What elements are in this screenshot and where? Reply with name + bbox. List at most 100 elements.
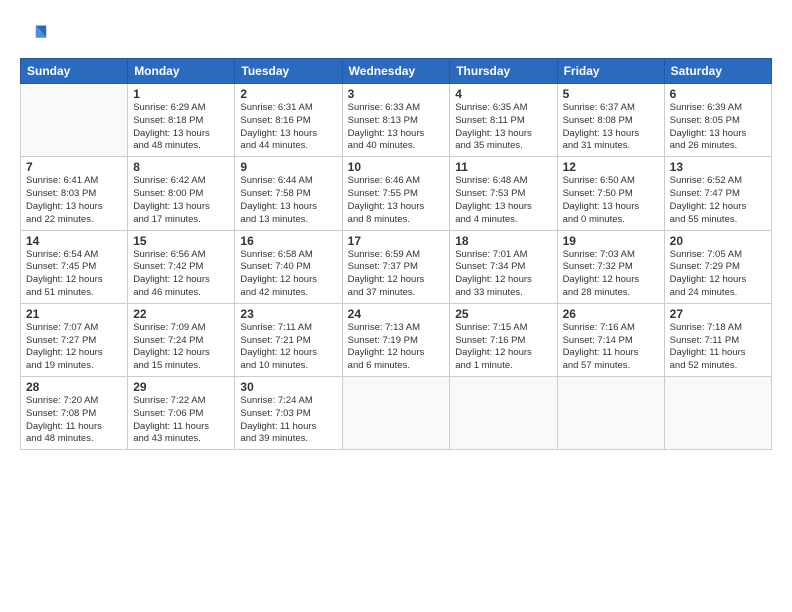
calendar-cell: 4Sunrise: 6:35 AMSunset: 8:11 PMDaylight… <box>450 84 557 157</box>
calendar-cell: 12Sunrise: 6:50 AMSunset: 7:50 PMDayligh… <box>557 157 664 230</box>
calendar: SundayMondayTuesdayWednesdayThursdayFrid… <box>20 58 772 450</box>
day-number: 28 <box>26 380 122 394</box>
calendar-week-row-0: 1Sunrise: 6:29 AMSunset: 8:18 PMDaylight… <box>21 84 772 157</box>
calendar-cell <box>342 377 450 450</box>
calendar-week-row-1: 7Sunrise: 6:41 AMSunset: 8:03 PMDaylight… <box>21 157 772 230</box>
calendar-cell: 28Sunrise: 7:20 AMSunset: 7:08 PMDayligh… <box>21 377 128 450</box>
calendar-cell: 19Sunrise: 7:03 AMSunset: 7:32 PMDayligh… <box>557 230 664 303</box>
calendar-header-thursday: Thursday <box>450 59 557 84</box>
calendar-cell: 21Sunrise: 7:07 AMSunset: 7:27 PMDayligh… <box>21 303 128 376</box>
day-number: 9 <box>240 160 336 174</box>
day-number: 17 <box>348 234 445 248</box>
day-info: Sunrise: 6:59 AMSunset: 7:37 PMDaylight:… <box>348 249 445 300</box>
logo-icon <box>20 22 48 50</box>
calendar-header-friday: Friday <box>557 59 664 84</box>
day-info: Sunrise: 7:05 AMSunset: 7:29 PMDaylight:… <box>670 249 766 300</box>
calendar-cell: 24Sunrise: 7:13 AMSunset: 7:19 PMDayligh… <box>342 303 450 376</box>
calendar-cell: 17Sunrise: 6:59 AMSunset: 7:37 PMDayligh… <box>342 230 450 303</box>
day-info: Sunrise: 7:15 AMSunset: 7:16 PMDaylight:… <box>455 322 551 373</box>
calendar-cell: 27Sunrise: 7:18 AMSunset: 7:11 PMDayligh… <box>664 303 771 376</box>
calendar-cell <box>557 377 664 450</box>
calendar-cell: 29Sunrise: 7:22 AMSunset: 7:06 PMDayligh… <box>128 377 235 450</box>
day-number: 2 <box>240 87 336 101</box>
calendar-cell: 13Sunrise: 6:52 AMSunset: 7:47 PMDayligh… <box>664 157 771 230</box>
day-number: 7 <box>26 160 122 174</box>
day-number: 12 <box>563 160 659 174</box>
calendar-cell: 16Sunrise: 6:58 AMSunset: 7:40 PMDayligh… <box>235 230 342 303</box>
day-info: Sunrise: 7:13 AMSunset: 7:19 PMDaylight:… <box>348 322 445 373</box>
day-info: Sunrise: 7:07 AMSunset: 7:27 PMDaylight:… <box>26 322 122 373</box>
calendar-cell: 3Sunrise: 6:33 AMSunset: 8:13 PMDaylight… <box>342 84 450 157</box>
calendar-cell: 6Sunrise: 6:39 AMSunset: 8:05 PMDaylight… <box>664 84 771 157</box>
calendar-week-row-2: 14Sunrise: 6:54 AMSunset: 7:45 PMDayligh… <box>21 230 772 303</box>
day-number: 6 <box>670 87 766 101</box>
calendar-cell: 18Sunrise: 7:01 AMSunset: 7:34 PMDayligh… <box>450 230 557 303</box>
day-number: 20 <box>670 234 766 248</box>
day-number: 1 <box>133 87 229 101</box>
day-info: Sunrise: 6:33 AMSunset: 8:13 PMDaylight:… <box>348 102 445 153</box>
day-number: 24 <box>348 307 445 321</box>
calendar-cell <box>664 377 771 450</box>
day-number: 23 <box>240 307 336 321</box>
day-info: Sunrise: 6:39 AMSunset: 8:05 PMDaylight:… <box>670 102 766 153</box>
day-info: Sunrise: 6:31 AMSunset: 8:16 PMDaylight:… <box>240 102 336 153</box>
day-number: 8 <box>133 160 229 174</box>
calendar-week-row-4: 28Sunrise: 7:20 AMSunset: 7:08 PMDayligh… <box>21 377 772 450</box>
calendar-cell: 26Sunrise: 7:16 AMSunset: 7:14 PMDayligh… <box>557 303 664 376</box>
day-number: 29 <box>133 380 229 394</box>
day-info: Sunrise: 7:18 AMSunset: 7:11 PMDaylight:… <box>670 322 766 373</box>
calendar-cell <box>21 84 128 157</box>
day-number: 15 <box>133 234 229 248</box>
calendar-cell: 23Sunrise: 7:11 AMSunset: 7:21 PMDayligh… <box>235 303 342 376</box>
day-number: 4 <box>455 87 551 101</box>
day-info: Sunrise: 6:56 AMSunset: 7:42 PMDaylight:… <box>133 249 229 300</box>
day-number: 30 <box>240 380 336 394</box>
day-number: 26 <box>563 307 659 321</box>
calendar-header-tuesday: Tuesday <box>235 59 342 84</box>
day-number: 21 <box>26 307 122 321</box>
day-number: 18 <box>455 234 551 248</box>
calendar-cell: 20Sunrise: 7:05 AMSunset: 7:29 PMDayligh… <box>664 230 771 303</box>
calendar-cell <box>450 377 557 450</box>
day-info: Sunrise: 6:46 AMSunset: 7:55 PMDaylight:… <box>348 175 445 226</box>
calendar-week-row-3: 21Sunrise: 7:07 AMSunset: 7:27 PMDayligh… <box>21 303 772 376</box>
day-number: 16 <box>240 234 336 248</box>
day-number: 5 <box>563 87 659 101</box>
day-number: 27 <box>670 307 766 321</box>
calendar-header-row: SundayMondayTuesdayWednesdayThursdayFrid… <box>21 59 772 84</box>
calendar-header-wednesday: Wednesday <box>342 59 450 84</box>
calendar-cell: 8Sunrise: 6:42 AMSunset: 8:00 PMDaylight… <box>128 157 235 230</box>
calendar-cell: 7Sunrise: 6:41 AMSunset: 8:03 PMDaylight… <box>21 157 128 230</box>
day-info: Sunrise: 6:41 AMSunset: 8:03 PMDaylight:… <box>26 175 122 226</box>
day-number: 11 <box>455 160 551 174</box>
calendar-header-sunday: Sunday <box>21 59 128 84</box>
calendar-cell: 15Sunrise: 6:56 AMSunset: 7:42 PMDayligh… <box>128 230 235 303</box>
day-info: Sunrise: 7:20 AMSunset: 7:08 PMDaylight:… <box>26 395 122 446</box>
header <box>20 18 772 50</box>
day-info: Sunrise: 7:16 AMSunset: 7:14 PMDaylight:… <box>563 322 659 373</box>
page: SundayMondayTuesdayWednesdayThursdayFrid… <box>0 0 792 612</box>
day-info: Sunrise: 6:42 AMSunset: 8:00 PMDaylight:… <box>133 175 229 226</box>
day-info: Sunrise: 6:35 AMSunset: 8:11 PMDaylight:… <box>455 102 551 153</box>
day-info: Sunrise: 7:11 AMSunset: 7:21 PMDaylight:… <box>240 322 336 373</box>
calendar-cell: 30Sunrise: 7:24 AMSunset: 7:03 PMDayligh… <box>235 377 342 450</box>
day-number: 3 <box>348 87 445 101</box>
calendar-header-monday: Monday <box>128 59 235 84</box>
calendar-cell: 22Sunrise: 7:09 AMSunset: 7:24 PMDayligh… <box>128 303 235 376</box>
day-number: 25 <box>455 307 551 321</box>
day-info: Sunrise: 7:24 AMSunset: 7:03 PMDaylight:… <box>240 395 336 446</box>
calendar-cell: 1Sunrise: 6:29 AMSunset: 8:18 PMDaylight… <box>128 84 235 157</box>
calendar-header-saturday: Saturday <box>664 59 771 84</box>
day-info: Sunrise: 6:48 AMSunset: 7:53 PMDaylight:… <box>455 175 551 226</box>
day-number: 13 <box>670 160 766 174</box>
calendar-cell: 14Sunrise: 6:54 AMSunset: 7:45 PMDayligh… <box>21 230 128 303</box>
calendar-cell: 5Sunrise: 6:37 AMSunset: 8:08 PMDaylight… <box>557 84 664 157</box>
calendar-cell: 2Sunrise: 6:31 AMSunset: 8:16 PMDaylight… <box>235 84 342 157</box>
calendar-cell: 10Sunrise: 6:46 AMSunset: 7:55 PMDayligh… <box>342 157 450 230</box>
day-info: Sunrise: 6:54 AMSunset: 7:45 PMDaylight:… <box>26 249 122 300</box>
day-info: Sunrise: 6:50 AMSunset: 7:50 PMDaylight:… <box>563 175 659 226</box>
day-number: 10 <box>348 160 445 174</box>
day-number: 19 <box>563 234 659 248</box>
calendar-cell: 9Sunrise: 6:44 AMSunset: 7:58 PMDaylight… <box>235 157 342 230</box>
day-info: Sunrise: 7:22 AMSunset: 7:06 PMDaylight:… <box>133 395 229 446</box>
